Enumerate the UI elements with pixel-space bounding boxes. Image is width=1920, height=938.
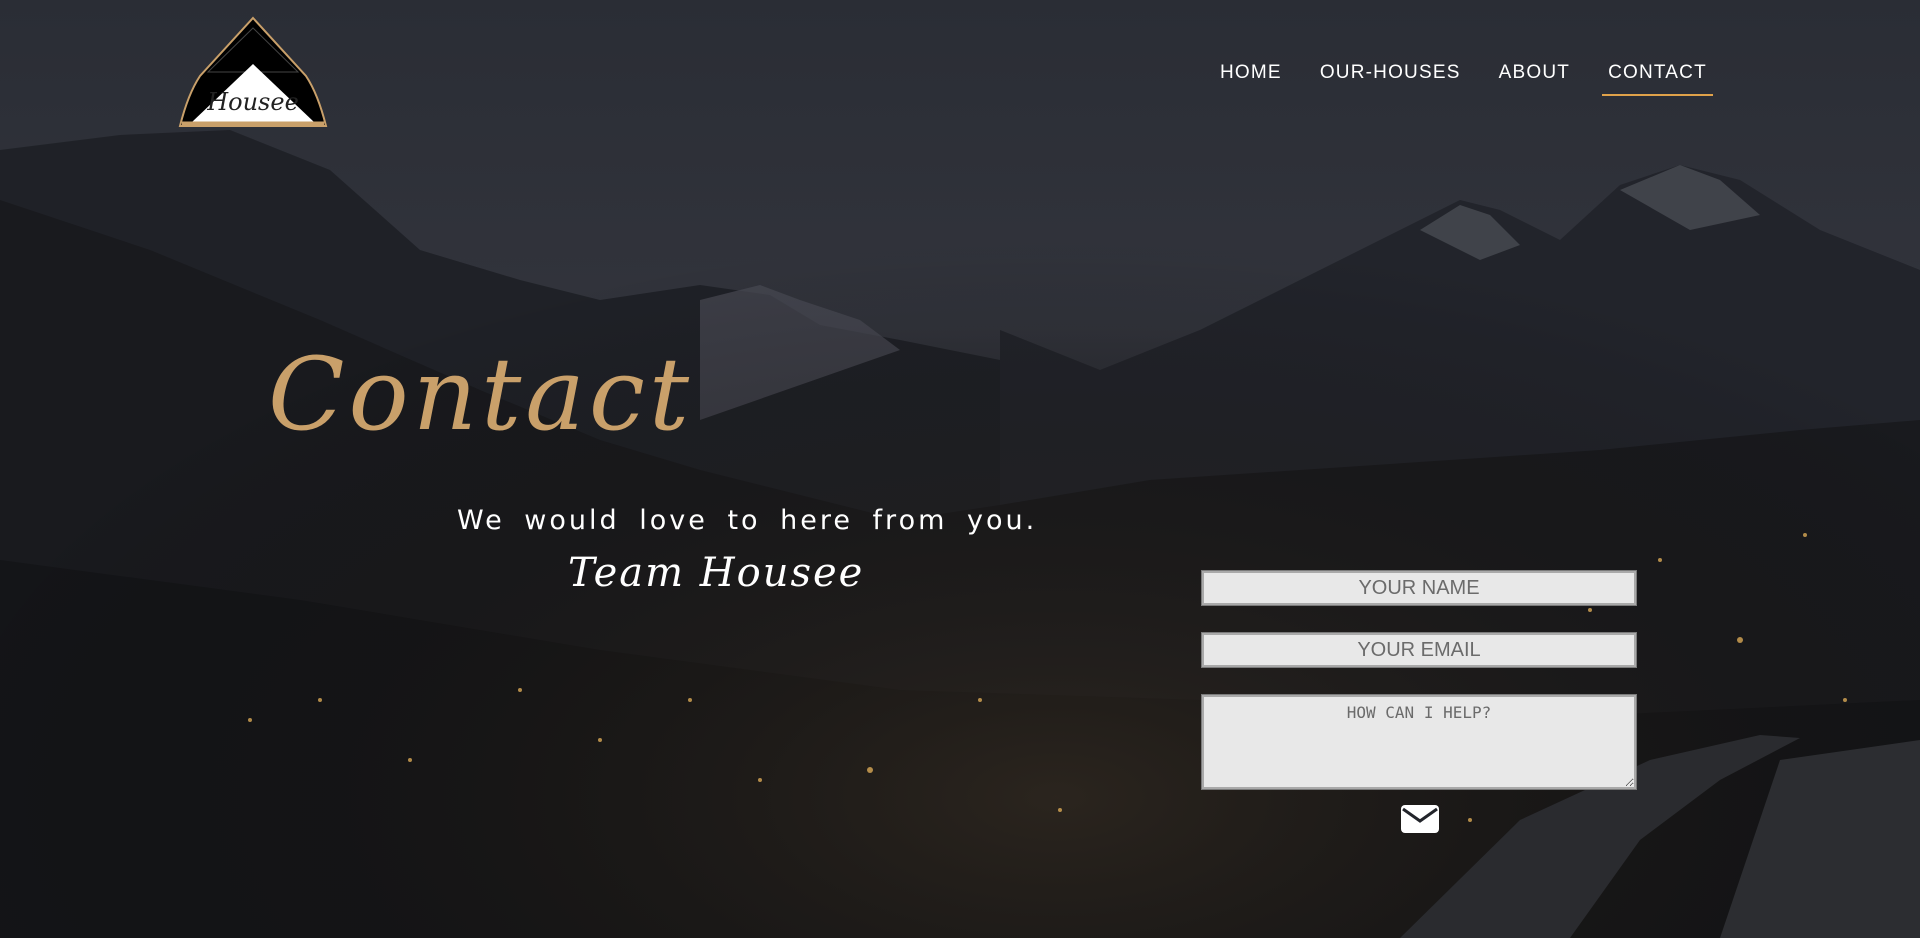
housee-logo[interactable]: Housee <box>178 14 328 136</box>
email-input[interactable] <box>1201 632 1637 668</box>
nav-our-houses[interactable]: OUR-HOUSES <box>1320 62 1461 96</box>
name-input[interactable] <box>1201 570 1637 606</box>
nav-about[interactable]: ABOUT <box>1499 62 1570 96</box>
team-signature: Team Housee <box>568 550 865 596</box>
mountain-town-background <box>0 0 1920 938</box>
contact-form <box>1201 570 1637 790</box>
nav-contact[interactable]: CONTACT <box>1602 62 1713 96</box>
message-textarea[interactable] <box>1201 694 1637 790</box>
envelope-icon[interactable] <box>1400 804 1440 834</box>
page-title: Contact <box>268 336 694 453</box>
logo-text: Housee <box>206 88 299 116</box>
main-nav: HOME OUR-HOUSES ABOUT CONTACT <box>1220 62 1751 96</box>
hero-subtitle: We would love to here from you. <box>457 505 1038 536</box>
nav-home[interactable]: HOME <box>1220 62 1282 96</box>
